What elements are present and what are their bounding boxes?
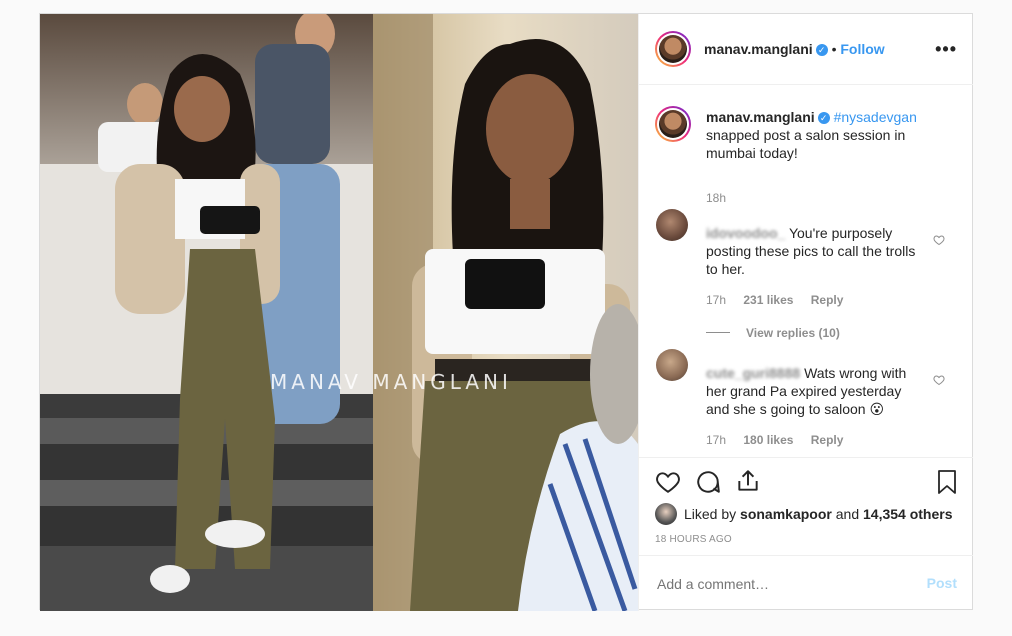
post-comment-button[interactable]: Post: [927, 575, 957, 591]
reply-button[interactable]: Reply: [811, 293, 844, 307]
likes-prefix: Liked by: [684, 506, 737, 522]
caption-author-avatar[interactable]: [655, 106, 691, 142]
comment-item: idovoodoo_ You're purposely posting thes…: [706, 224, 926, 278]
comments-section: manav.manglani ✓ #nysadevgan snapped post…: [639, 85, 973, 457]
comment-likes[interactable]: 231 likes: [743, 293, 793, 307]
comment-meta: 17h 180 likes Reply: [706, 433, 843, 447]
add-comment-bar: Post: [639, 555, 973, 611]
hashtag-link[interactable]: #nysadevgan: [834, 109, 917, 125]
caption-time[interactable]: 18h: [706, 191, 726, 205]
likes-and: and: [835, 506, 860, 522]
comment-time[interactable]: 17h: [706, 293, 726, 307]
comment-heart-icon[interactable]: [933, 234, 945, 246]
watermark-text: MANAV MANGLANI: [270, 370, 512, 394]
comment-avatar[interactable]: [656, 209, 688, 241]
post-header: manav.manglani ✓ • Follow •••: [639, 14, 973, 85]
actions-divider: [639, 457, 973, 458]
comment-username[interactable]: idovoodoo_: [706, 225, 785, 241]
post-timestamp[interactable]: 18 HOURS AGO: [655, 534, 732, 545]
comment-item: cute_guri8888 Wats wrong with her grand …: [706, 364, 926, 418]
heart-icon[interactable]: [655, 469, 681, 495]
comment-icon[interactable]: [695, 469, 721, 495]
comment-time[interactable]: 17h: [706, 433, 726, 447]
caption-text: snapped post a salon session in mumbai t…: [706, 127, 906, 161]
post-side-panel: manav.manglani ✓ • Follow ••• manav.mangl…: [638, 14, 973, 611]
author-avatar[interactable]: [655, 31, 691, 67]
comment-input[interactable]: [655, 572, 909, 596]
comment-username[interactable]: cute_guri8888: [706, 365, 800, 381]
comment-likes[interactable]: 180 likes: [743, 433, 793, 447]
more-icon[interactable]: •••: [935, 39, 957, 60]
likes-others[interactable]: 14,354 others: [863, 506, 953, 522]
photo-collage: MANAV MANGLANI: [40, 14, 638, 611]
share-icon[interactable]: [735, 468, 761, 494]
bookmark-icon[interactable]: [935, 469, 959, 495]
liker-avatar[interactable]: [655, 503, 677, 525]
comment-heart-icon[interactable]: [933, 374, 945, 386]
reply-button[interactable]: Reply: [811, 433, 844, 447]
verified-icon: ✓: [815, 44, 828, 57]
author-username[interactable]: manav.manglani: [704, 41, 813, 57]
likes-line: Liked by sonamkapoor and 14,354 others: [684, 505, 953, 523]
separator-dot: •: [831, 41, 837, 57]
comment-avatar[interactable]: [656, 349, 688, 381]
post-card: MANAV MANGLANI manav.manglani ✓ • Follow …: [39, 13, 973, 611]
verified-icon: ✓: [817, 112, 830, 125]
comment-meta: 17h 231 likes Reply: [706, 293, 843, 307]
post-photo[interactable]: MANAV MANGLANI: [40, 14, 638, 611]
caption: manav.manglani ✓ #nysadevgan snapped post…: [706, 108, 936, 162]
liker-username[interactable]: sonamkapoor: [740, 506, 832, 522]
caption-author[interactable]: manav.manglani: [706, 109, 815, 125]
header-author-line: manav.manglani ✓ • Follow: [704, 41, 885, 57]
view-replies-button[interactable]: View replies (10): [746, 326, 840, 340]
follow-button[interactable]: Follow: [840, 41, 884, 57]
replies-line: [706, 332, 730, 333]
